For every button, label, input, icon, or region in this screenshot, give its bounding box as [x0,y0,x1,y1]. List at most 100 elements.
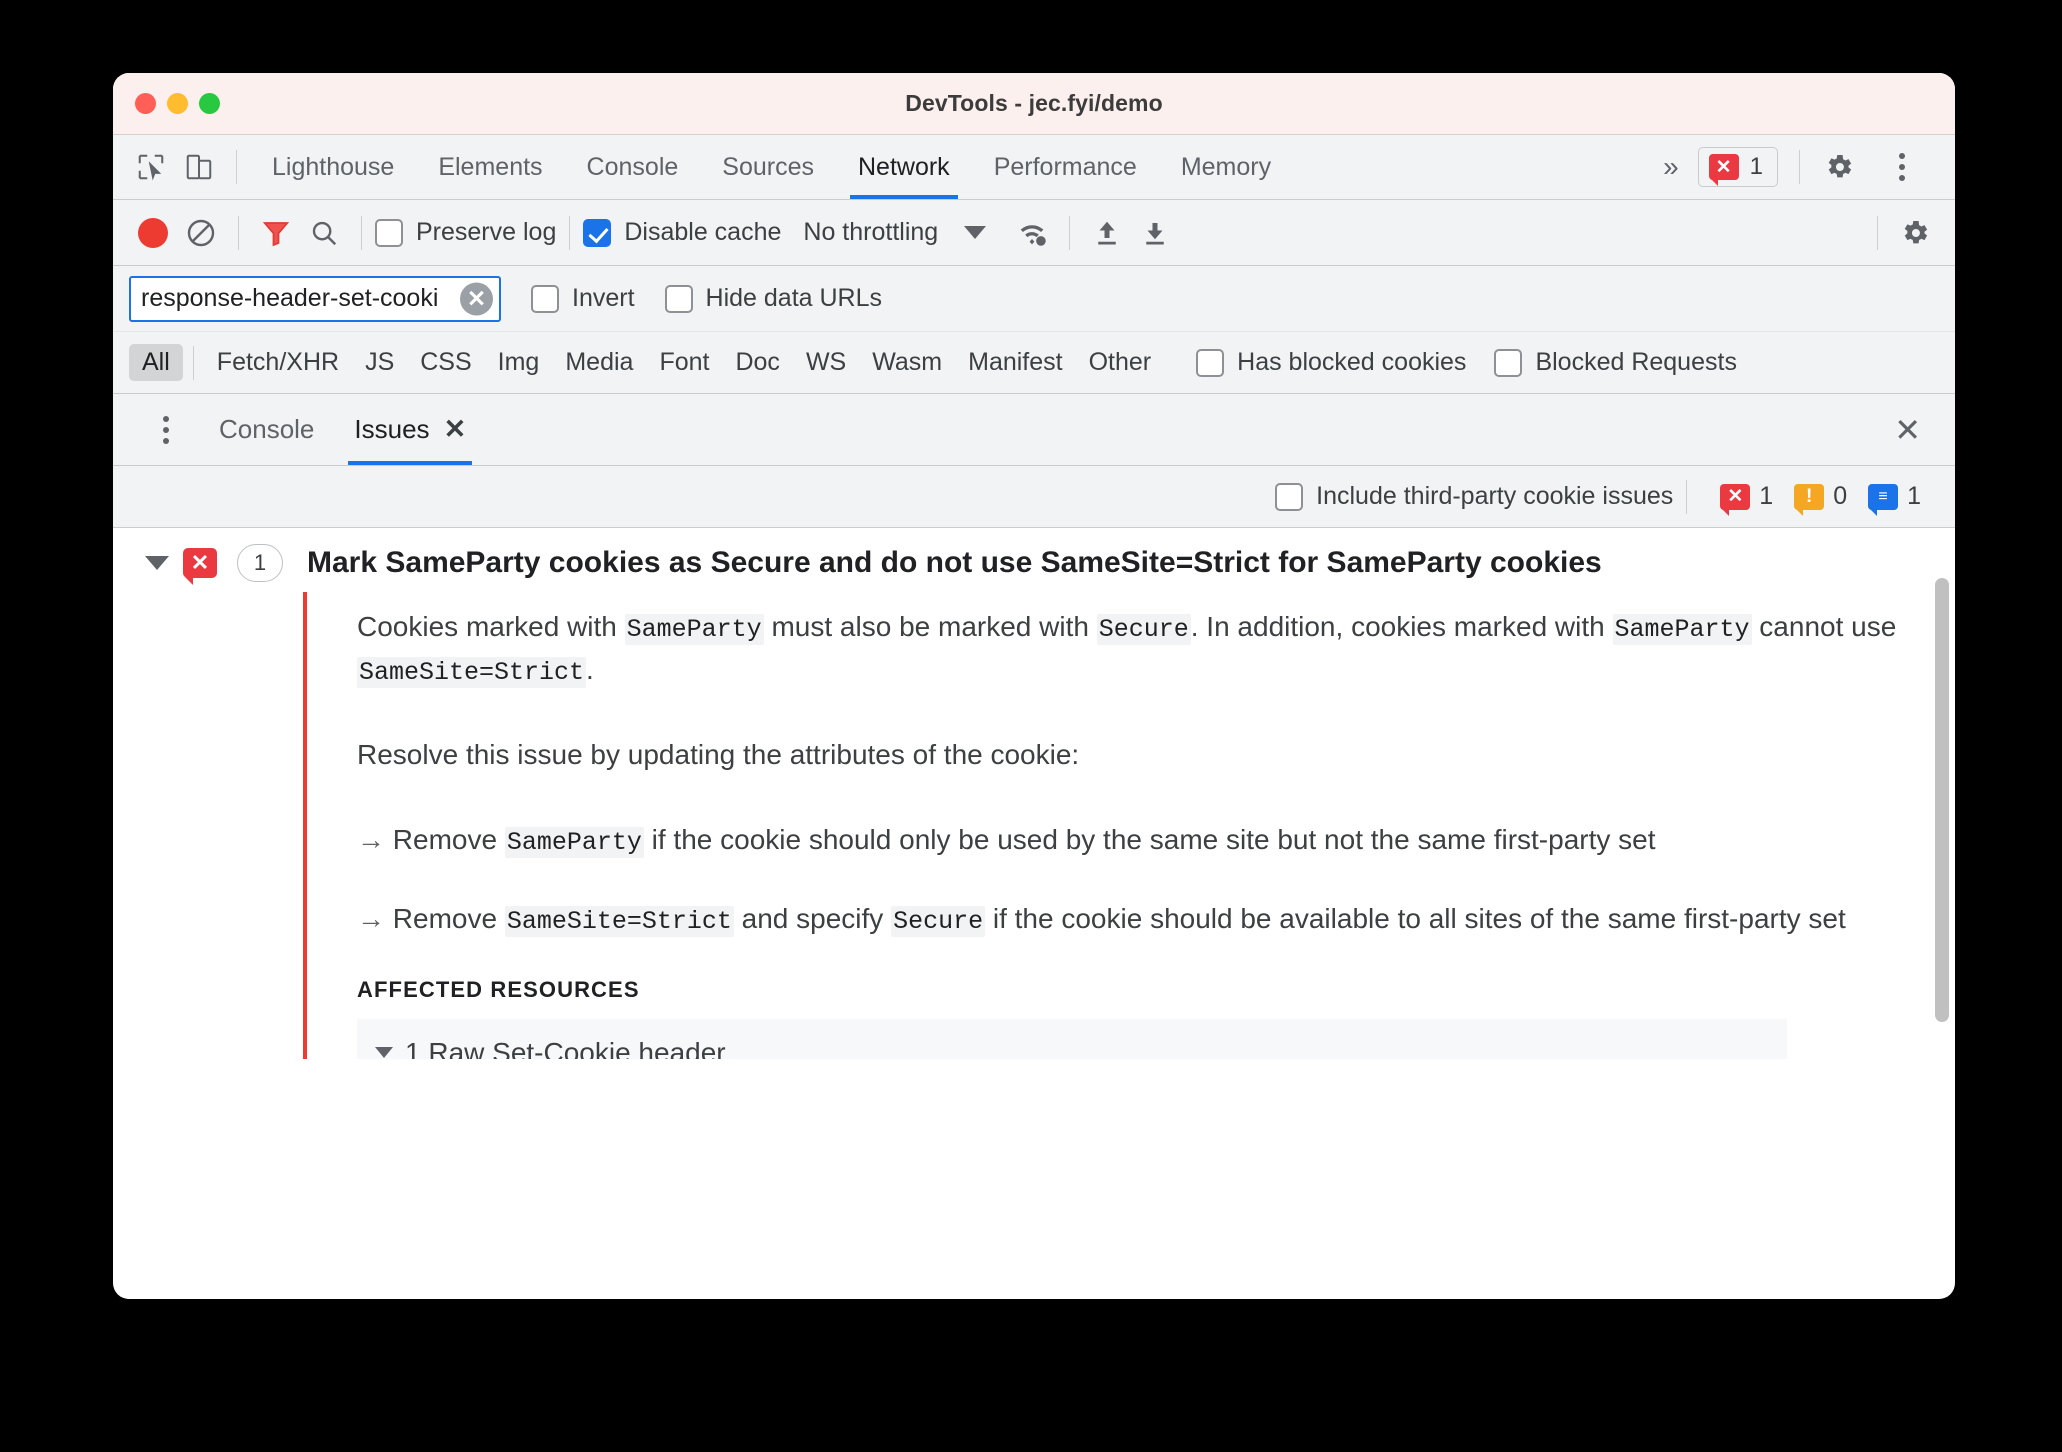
network-filter-row: response-header-set-cooki ✕ Invert Hide … [113,266,1955,332]
has-blocked-cookies-checkbox[interactable]: Has blocked cookies [1196,348,1466,377]
panel-bottom-edge [113,1059,1955,1073]
record-button-icon[interactable] [129,210,177,256]
preserve-log-checkbox[interactable]: Preserve log [375,218,556,247]
checkbox-box [531,284,559,313]
issues-scrollbar[interactable] [1935,578,1949,1048]
disable-cache-label: Disable cache [624,218,782,246]
blocked-requests-label: Blocked Requests [1535,348,1737,376]
error-count-badge[interactable]: ✕ 1 [1697,147,1778,187]
chevron-down-icon[interactable] [964,226,987,239]
issue-bullet-1: → Remove SameParty if the cookie should … [357,819,1923,862]
gear-icon[interactable] [1891,210,1939,256]
invert-checkbox[interactable]: Invert [531,284,635,313]
device-toolbar-icon[interactable] [175,144,223,190]
tab-memory[interactable]: Memory [1159,135,1293,199]
toolbar-divider [1069,215,1071,250]
devtools-window: DevTools - jec.fyi/demo Lighthouse Eleme… [113,73,1955,1299]
error-glyph: ✕ [1715,156,1732,178]
tab-label: Console [586,152,679,181]
type-filter-doc[interactable]: Doc [722,344,792,381]
text-fragment: cannot use [1751,611,1897,642]
toolbar-divider [192,345,194,380]
disable-cache-checkbox[interactable]: Disable cache [583,218,781,247]
blocked-requests-checkbox[interactable]: Blocked Requests [1494,348,1737,377]
tab-label: Elements [438,152,543,181]
type-filter-ws[interactable]: WS [793,344,859,381]
type-filter-media[interactable]: Media [552,344,646,381]
tab-lighthouse[interactable]: Lighthouse [250,135,416,199]
error-glyph: ✕ [190,550,210,575]
include-third-party-cookie-issues-checkbox[interactable]: Include third-party cookie issues [1275,482,1673,511]
warning-glyph: ! [1806,485,1813,507]
clear-network-log-icon[interactable] [177,210,225,256]
type-filter-fetch-xhr[interactable]: Fetch/XHR [204,344,352,381]
triangle-down-icon[interactable] [375,1047,393,1059]
type-filter-img[interactable]: Img [485,344,553,381]
text-fragment: . In addition, cookies marked with [1190,611,1613,642]
drawer-tab-label: Console [219,414,315,444]
invert-label: Invert [572,284,635,312]
tab-performance[interactable]: Performance [972,135,1159,199]
kebab-menu-icon[interactable] [143,415,189,444]
arrow-icon: → [357,902,385,934]
type-filter-all[interactable]: All [129,344,183,381]
checkbox-box [1494,348,1523,377]
window-title: DevTools - jec.fyi/demo [905,90,1163,116]
hide-data-urls-label: Hide data URLs [705,284,883,312]
type-filter-css[interactable]: CSS [407,344,484,381]
tab-label: Network [858,152,950,181]
devtools-tab-strip: Lighthouse Elements Console Sources Netw… [113,135,1955,200]
error-count: 1 [1759,482,1774,510]
code-sameparty: SameParty [1612,614,1752,645]
search-icon[interactable] [300,210,348,256]
close-icon[interactable]: ✕ [444,414,467,445]
gear-icon[interactable] [1815,144,1863,190]
code-samesite-strict: SameSite=Strict [504,905,734,937]
network-toolbar: Preserve log Disable cache No throttling [113,200,1955,266]
tab-network[interactable]: Network [836,135,972,199]
export-har-icon[interactable] [1131,210,1179,256]
warning-count: 0 [1833,482,1848,510]
clear-input-icon[interactable]: ✕ [460,282,493,315]
type-filter-wasm[interactable]: Wasm [859,344,955,381]
type-filter-other[interactable]: Other [1076,344,1165,381]
error-bubble-icon: ✕ [183,548,217,585]
text-fragment: and specify [733,902,892,934]
tab-console[interactable]: Console [565,135,701,199]
include-third-party-label: Include third-party cookie issues [1316,482,1674,510]
tab-label: Sources [722,152,814,181]
has-blocked-cookies-label: Has blocked cookies [1237,348,1467,376]
code-secure: Secure [891,905,986,937]
text-fragment: must also be marked with [763,611,1097,642]
filter-funnel-icon[interactable] [252,210,300,256]
toolbar-divider [238,215,239,250]
tab-sources[interactable]: Sources [700,135,836,199]
issue-header-row[interactable]: ✕ 1 Mark SameParty cookies as Secure and… [113,528,1955,592]
drawer-tab-console[interactable]: Console [199,394,334,465]
hide-data-urls-checkbox[interactable]: Hide data URLs [664,284,883,313]
triangle-down-icon[interactable] [145,556,169,570]
kebab-menu-icon[interactable] [1879,153,1925,181]
filter-input[interactable]: response-header-set-cooki ✕ [129,275,501,322]
tab-elements[interactable]: Elements [416,135,564,199]
drawer-tab-issues[interactable]: Issues ✕ [334,394,486,465]
type-filter-font[interactable]: Font [646,344,722,381]
code-sameparty: SameParty [504,826,644,858]
import-har-icon[interactable] [1083,210,1131,256]
resource-type-filter-row: All Fetch/XHR JS CSS Img Media Font Doc … [113,332,1955,394]
inspect-element-icon[interactable] [127,144,175,190]
warning-bubble-icon: ! [1794,483,1825,516]
more-tabs-icon[interactable]: » [1643,151,1696,183]
scrollbar-thumb[interactable] [1935,578,1949,1022]
checkbox-box [1275,482,1304,511]
throttling-select[interactable]: No throttling [803,218,938,247]
close-drawer-icon[interactable]: ✕ [1894,411,1921,449]
checkbox-box [583,218,612,247]
text-fragment: . [586,654,594,685]
code-samesite-strict: SameSite=Strict [357,657,587,688]
error-bubble-icon: ✕ [1708,154,1739,186]
type-filter-js[interactable]: JS [352,344,407,381]
type-filter-manifest[interactable]: Manifest [955,344,1075,381]
code-secure: Secure [1096,614,1191,645]
wifi-settings-icon[interactable] [1008,210,1056,256]
